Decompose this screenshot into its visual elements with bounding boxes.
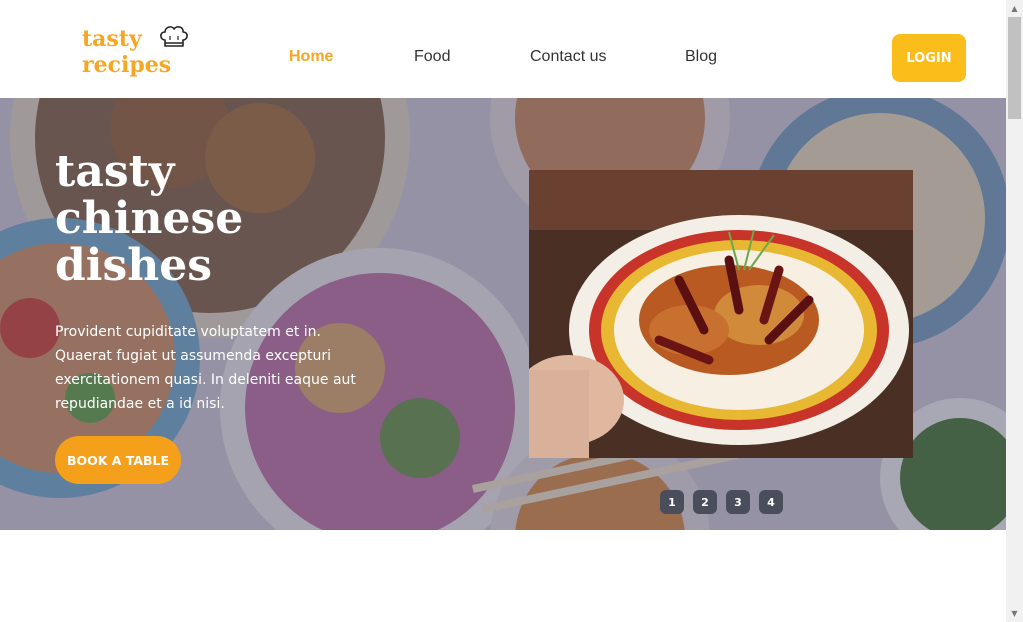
slide-pagination: 1 2 3 4 [660, 490, 783, 514]
hero-banner: tasty chinese dishes Provident cupiditat… [0, 98, 1006, 530]
site-header: tasty recipes Home Food Contact us Blog … [0, 0, 1006, 98]
scroll-down-arrow-icon[interactable]: ▼ [1006, 605, 1023, 622]
nav-food[interactable]: Food [414, 48, 450, 66]
featured-dish-image [529, 170, 913, 458]
hero-title: tasty chinese dishes [55, 148, 315, 289]
hero-description: Provident cupiditate voluptatem et in. Q… [55, 324, 356, 412]
nav-home[interactable]: Home [289, 48, 333, 66]
slide-dot-1[interactable]: 1 [660, 490, 684, 514]
nav-contact-us[interactable]: Contact us [530, 48, 606, 66]
logo-line-2: recipes [82, 52, 172, 78]
hero-title-line: chinese [55, 193, 244, 244]
scroll-up-arrow-icon[interactable]: ▲ [1006, 0, 1023, 17]
book-a-table-button[interactable]: BOOK A TABLE [55, 436, 181, 484]
nav-blog[interactable]: Blog [685, 48, 717, 66]
site-logo[interactable]: tasty recipes [82, 26, 192, 92]
scroll-thumb[interactable] [1008, 17, 1021, 119]
slide-dot-2[interactable]: 2 [693, 490, 717, 514]
slide-dot-3[interactable]: 3 [726, 490, 750, 514]
hero-title-line: dishes [55, 240, 213, 291]
hero-title-line: tasty [55, 146, 175, 197]
logo-line-1: tasty [82, 26, 142, 52]
slide-dot-4[interactable]: 4 [759, 490, 783, 514]
page-scrollbar[interactable]: ▲ ▼ [1006, 0, 1023, 622]
chef-hat-icon [160, 26, 188, 47]
login-button[interactable]: LOGIN [892, 34, 966, 82]
